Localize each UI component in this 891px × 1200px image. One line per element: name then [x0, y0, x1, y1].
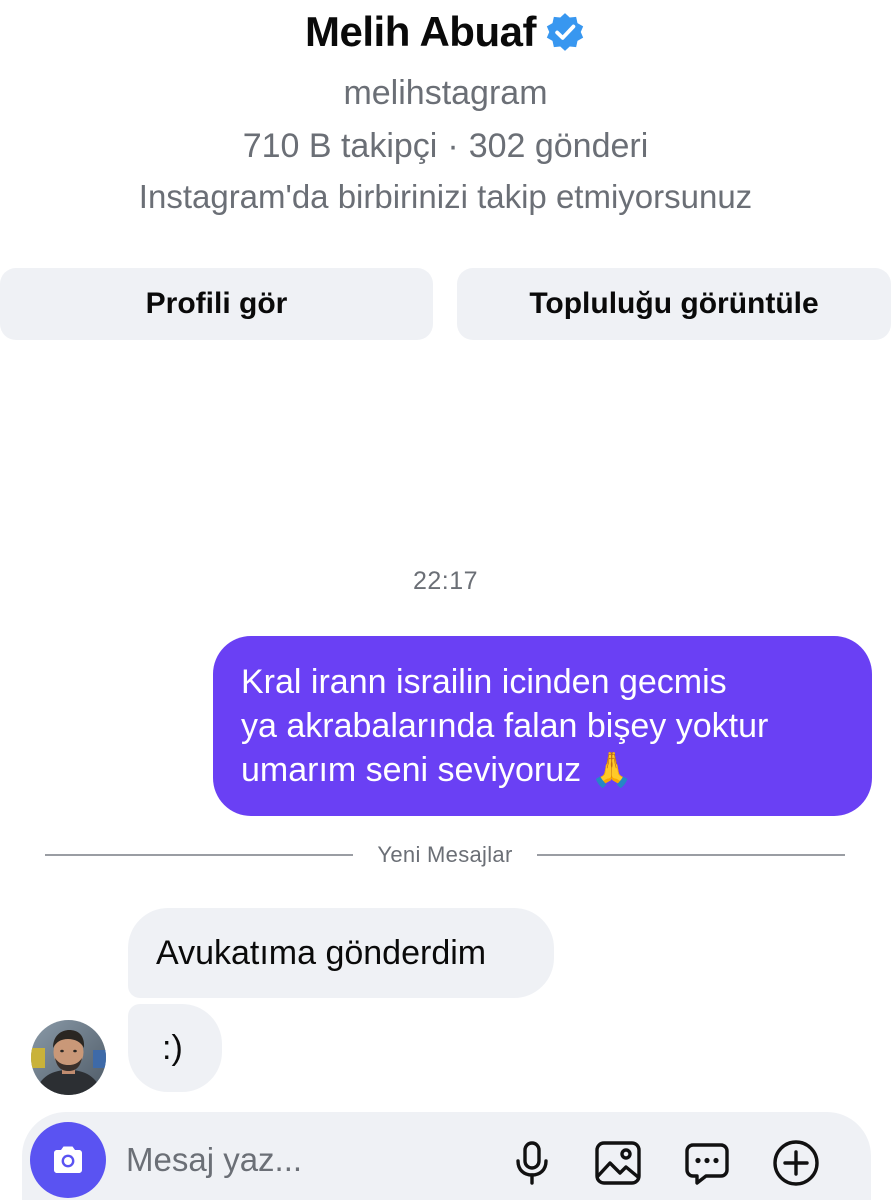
sent-message-line: umarım seni seviyoruz 🙏 [241, 751, 633, 789]
message-input[interactable] [126, 1132, 506, 1188]
received-message-bubble[interactable]: Avukatıma gönderdim [128, 908, 554, 998]
divider-line-right [536, 854, 846, 856]
verified-badge-icon [546, 13, 584, 51]
new-messages-divider: Yeni Mesajlar [45, 840, 846, 870]
follow-status-note: Instagram'da birbirinizi takip etmiyorsu… [138, 178, 753, 215]
profile-username: melihstagram [343, 74, 548, 112]
view-community-button[interactable]: Topluluğu görüntüle [457, 268, 891, 340]
camera-button[interactable] [30, 1122, 106, 1198]
received-message-bubble[interactable]: :) [128, 1004, 222, 1092]
sticker-icon [685, 1143, 729, 1185]
microphone-button[interactable] [505, 1136, 559, 1190]
profile-name: Melih Abuaf [305, 8, 536, 55]
camera-icon [54, 1146, 82, 1173]
microphone-icon [516, 1141, 548, 1185]
sent-message-bubble[interactable]: Kral irann israilin icinden gecmis ya ak… [213, 636, 872, 816]
sticker-button[interactable] [680, 1136, 734, 1190]
new-messages-label: Yeni Mesajlar [377, 842, 513, 867]
plus-icon [773, 1140, 819, 1186]
sent-message-line: Kral irann israilin icinden gecmis [241, 663, 727, 701]
profile-stats: 710 B takipçi · 302 gönderi [0, 127, 891, 166]
divider-line-left [45, 854, 354, 856]
followers-count: 710 B takipçi [242, 127, 438, 165]
received-message-text: Avukatıma gönderdim [156, 933, 487, 972]
posts-count: 302 gönderi [468, 127, 649, 165]
stats-separator: · [447, 127, 459, 165]
received-message-text: :) [162, 1028, 183, 1067]
dm-thread-screen: Melih Abuaf melihstagram 710 B takipçi · 3… [0, 0, 891, 1200]
gallery-button[interactable] [591, 1136, 645, 1190]
sent-message-line: ya akrabalarında falan bişey yoktur [241, 707, 769, 745]
more-options-button[interactable] [769, 1136, 823, 1190]
sender-avatar[interactable] [31, 1020, 106, 1095]
message-composer [22, 1112, 871, 1200]
view-profile-button[interactable]: Profili gör [0, 268, 433, 340]
profile-header: Melih Abuaf [0, 8, 891, 56]
message-timestamp: 22:17 [412, 567, 479, 595]
gallery-icon [595, 1141, 641, 1185]
avatar-image [31, 1020, 106, 1095]
